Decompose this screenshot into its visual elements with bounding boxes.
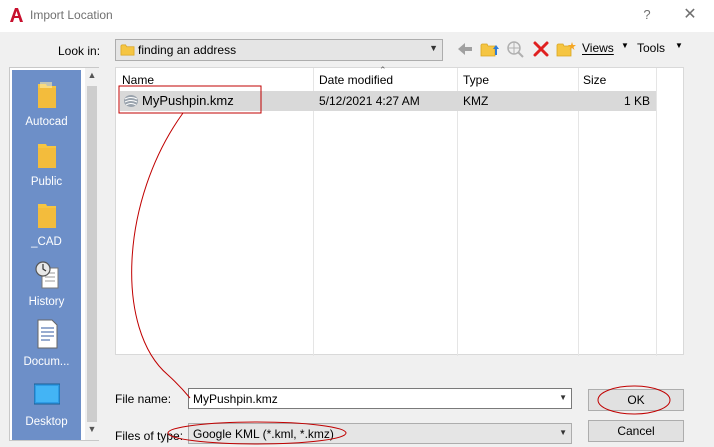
places-list: Autocad Public _CAD History Docum... Des…	[12, 70, 81, 440]
column-header-size[interactable]: Size	[583, 73, 606, 87]
column-divider[interactable]	[578, 68, 579, 356]
close-button[interactable]: ✕	[680, 6, 700, 24]
file-name-label: File name:	[115, 392, 172, 406]
places-scrollbar[interactable]: ▲ ▼	[85, 68, 99, 440]
folder-icon	[38, 82, 56, 108]
tools-dropdown-icon[interactable]: ▼	[675, 41, 683, 50]
file-type-label: Files of type:	[115, 429, 184, 443]
look-in-label: Look in:	[58, 44, 101, 58]
help-button[interactable]: ?	[640, 7, 654, 22]
place-desktop[interactable]: Desktop	[12, 374, 81, 434]
views-dropdown-icon[interactable]: ▼	[621, 41, 629, 50]
delete-icon[interactable]	[532, 40, 550, 58]
file-name-value: MyPushpin.kmz	[193, 392, 278, 406]
place-label: Autocad	[25, 116, 68, 128]
folder-icon	[120, 44, 135, 56]
look-in-value: finding an address	[138, 43, 237, 57]
column-header-date[interactable]: Date modified	[319, 73, 393, 87]
window-title: Import Location	[30, 8, 113, 22]
file-row[interactable]: MyPushpin.kmz 5/12/2021 4:27 AM KMZ 1 KB	[120, 91, 656, 111]
cancel-button[interactable]: Cancel	[588, 420, 684, 442]
search-web-icon[interactable]	[506, 40, 524, 58]
file-type-cell: KMZ	[463, 94, 489, 108]
scroll-thumb[interactable]	[87, 86, 97, 422]
place-documents[interactable]: Docum...	[12, 314, 81, 374]
ok-button[interactable]: OK	[588, 389, 684, 411]
place-label: _CAD	[31, 236, 62, 248]
column-divider[interactable]	[457, 68, 458, 356]
place-cad[interactable]: _CAD	[12, 194, 81, 254]
place-label: History	[28, 296, 65, 308]
place-label: Desktop	[25, 416, 68, 428]
file-type-value: Google KML (*.kml, *.kmz)	[193, 427, 334, 441]
chevron-down-icon: ▼	[559, 428, 567, 437]
title-bar: Import Location ? ✕	[0, 0, 714, 32]
chevron-down-icon[interactable]: ▼	[559, 393, 567, 402]
file-name-cell: MyPushpin.kmz	[142, 93, 234, 108]
back-arrow-icon[interactable]	[456, 40, 474, 58]
up-folder-icon[interactable]	[480, 40, 500, 58]
places-bar: Autocad Public _CAD History Docum... Des…	[9, 67, 99, 441]
column-divider[interactable]	[313, 68, 314, 356]
place-autocad[interactable]: Autocad	[12, 74, 81, 134]
column-divider[interactable]	[656, 68, 657, 356]
file-date-cell: 5/12/2021 4:27 AM	[319, 94, 420, 108]
file-name-input[interactable]: MyPushpin.kmz ▼	[188, 388, 572, 409]
look-in-dropdown[interactable]: finding an address ▼	[115, 39, 443, 61]
scroll-up-icon[interactable]: ▲	[85, 70, 99, 84]
column-header-type[interactable]: Type	[463, 73, 489, 87]
chevron-down-icon: ▼	[429, 43, 438, 53]
desktop-icon	[34, 383, 60, 405]
autocad-logo-icon	[10, 8, 23, 22]
folder-icon	[38, 204, 56, 228]
file-list: Name ⌃ Date modified Type Size MyPushpin…	[115, 65, 684, 356]
history-icon	[35, 261, 59, 289]
views-menu[interactable]: Views	[582, 41, 614, 55]
place-public[interactable]: Public	[12, 134, 81, 194]
file-size-cell: 1 KB	[623, 94, 650, 108]
documents-icon	[37, 319, 58, 349]
scroll-down-icon[interactable]: ▼	[85, 424, 99, 438]
file-type-dropdown[interactable]: Google KML (*.kml, *.kmz) ▼	[188, 423, 572, 444]
column-header-name[interactable]: Name	[122, 73, 154, 87]
place-label: Public	[30, 176, 63, 188]
place-history[interactable]: History	[12, 254, 81, 314]
place-label: Docum...	[23, 356, 70, 368]
folder-icon	[38, 144, 56, 168]
kmz-file-icon	[124, 95, 138, 107]
tools-menu[interactable]: Tools	[637, 41, 665, 55]
new-folder-icon[interactable]	[556, 40, 576, 58]
